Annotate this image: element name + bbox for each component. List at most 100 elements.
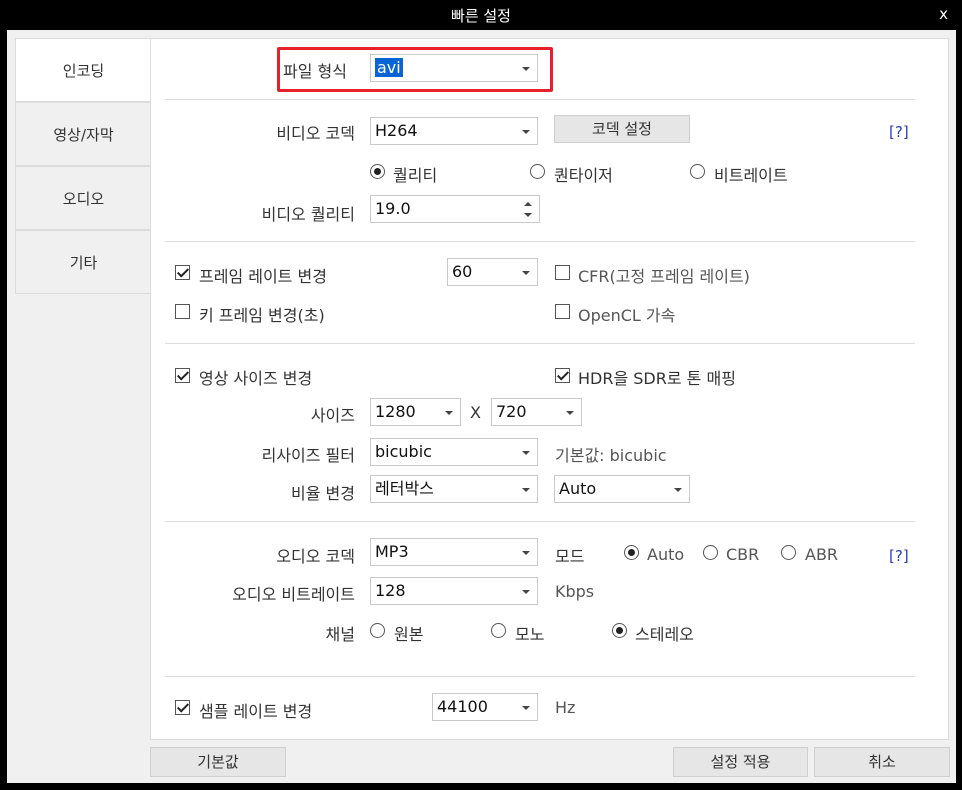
title-bar: 빠른 설정 x	[0, 0, 962, 30]
audio-codec-value: MP3	[375, 542, 409, 561]
audio-mode-abr-radio[interactable]	[781, 545, 796, 560]
sidebar-item-label: 기타	[69, 253, 98, 272]
chevron-down-icon	[566, 411, 574, 415]
highlight-box	[277, 47, 553, 92]
quantizer-radio-label: 퀀타이저	[554, 166, 613, 185]
sidebar-item-label: 인코딩	[62, 61, 105, 80]
audio-mode-cbr-label: CBR	[726, 545, 760, 564]
framerate-select[interactable]: 60	[447, 258, 538, 286]
size-separator: X	[470, 403, 481, 422]
divider	[165, 99, 915, 100]
audio-bitrate-value: 128	[375, 581, 406, 600]
codec-settings-button[interactable]: 코덱 설정	[554, 115, 690, 143]
cancel-button[interactable]: 취소	[814, 747, 950, 777]
audio-bitrate-unit: Kbps	[555, 582, 595, 601]
chevron-down-icon	[522, 551, 530, 555]
divider	[165, 241, 915, 242]
height-value: 720	[496, 402, 527, 421]
audio-mode-abr-label: ABR	[805, 545, 839, 564]
channel-label: 채널	[325, 625, 355, 644]
resize-filter-default: 기본값: bicubic	[555, 446, 667, 465]
framerate-change-checkbox[interactable]	[175, 265, 190, 280]
chevron-down-icon	[522, 130, 530, 134]
quality-radio-label: 퀄리티	[393, 166, 438, 185]
video-codec-select[interactable]: H264	[370, 117, 538, 145]
audio-mode-auto-radio[interactable]	[624, 545, 639, 560]
sidebar-item-encoding[interactable]: 인코딩	[15, 38, 151, 102]
channel-stereo-label: 스테레오	[635, 625, 694, 644]
ratio-auto-select[interactable]: Auto	[554, 475, 690, 503]
keyframe-checkbox[interactable]	[175, 304, 190, 319]
samplerate-unit: Hz	[555, 698, 576, 717]
sidebar-item-label: 오디오	[62, 189, 105, 208]
audio-help-link[interactable]: [?]	[889, 547, 909, 565]
keyframe-label: 키 프레임 변경(초)	[199, 306, 325, 325]
audio-mode-cbr-radio[interactable]	[703, 545, 718, 560]
height-select[interactable]: 720	[491, 398, 582, 426]
size-label: 사이즈	[310, 406, 355, 425]
sidebar-item-etc[interactable]: 기타	[15, 230, 151, 294]
chevron-down-icon	[522, 706, 530, 710]
audio-codec-label: 오디오 코덱	[276, 547, 355, 566]
audio-mode-label: 모드	[555, 547, 585, 566]
channel-mono-label: 모노	[515, 625, 545, 644]
chevron-down-icon	[445, 411, 453, 415]
video-quality-value: 19.0	[375, 199, 411, 218]
close-button[interactable]: x	[939, 5, 948, 23]
quantizer-radio[interactable]	[530, 164, 545, 179]
ratio-label: 비율 변경	[291, 484, 355, 503]
spin-down-icon[interactable]	[524, 213, 532, 217]
resize-change-label: 영상 사이즈 변경	[199, 369, 313, 388]
resize-filter-select[interactable]: bicubic	[370, 438, 538, 466]
audio-bitrate-label: 오디오 비트레이트	[232, 585, 355, 604]
audio-codec-select[interactable]: MP3	[370, 538, 538, 566]
sidebar-item-audio[interactable]: 오디오	[15, 166, 151, 230]
framerate-value: 60	[452, 262, 473, 281]
audio-bitrate-select[interactable]: 128	[370, 577, 538, 605]
cfr-checkbox[interactable]	[555, 265, 570, 280]
opencl-checkbox[interactable]	[555, 304, 570, 319]
chevron-down-icon	[522, 488, 530, 492]
audio-mode-auto-label: Auto	[647, 545, 685, 564]
divider	[165, 676, 915, 677]
width-select[interactable]: 1280	[370, 398, 461, 426]
ratio-select[interactable]: 레터박스	[370, 475, 538, 503]
ratio-value: 레터박스	[375, 479, 434, 498]
quality-radio[interactable]	[370, 164, 385, 179]
default-button[interactable]: 기본값	[150, 747, 286, 777]
bitrate-radio-label: 비트레이트	[714, 166, 788, 185]
divider	[165, 521, 915, 522]
channel-mono-radio[interactable]	[491, 623, 506, 638]
samplerate-change-label: 샘플 레이트 변경	[199, 702, 313, 721]
opencl-label: OpenCL 가속	[578, 306, 676, 325]
cfr-label: CFR(고정 프레임 레이트)	[578, 267, 750, 286]
hdr-tonemap-label: HDR을 SDR로 톤 매핑	[578, 369, 736, 388]
chevron-down-icon	[522, 451, 530, 455]
bitrate-radio[interactable]	[690, 164, 705, 179]
samplerate-change-checkbox[interactable]	[175, 700, 190, 715]
video-codec-value: H264	[375, 121, 418, 140]
video-quality-label: 비디오 퀄리티	[261, 205, 355, 224]
video-quality-spinner[interactable]: 19.0	[370, 195, 540, 223]
divider	[165, 343, 915, 344]
sidebar-item-label: 영상/자막	[53, 125, 114, 144]
samplerate-select[interactable]: 44100	[432, 693, 538, 721]
samplerate-value: 44100	[437, 697, 488, 716]
channel-stereo-radio[interactable]	[612, 623, 627, 638]
chevron-down-icon	[522, 590, 530, 594]
apply-settings-button[interactable]: 설정 적용	[673, 747, 808, 777]
ratio-auto-value: Auto	[559, 479, 597, 498]
hdr-tonemap-checkbox[interactable]	[555, 368, 570, 383]
spin-up-icon[interactable]	[524, 202, 532, 206]
window-title: 빠른 설정	[451, 7, 511, 25]
channel-original-radio[interactable]	[370, 623, 385, 638]
video-help-link[interactable]: [?]	[889, 123, 909, 141]
resize-change-checkbox[interactable]	[175, 368, 190, 383]
chevron-down-icon	[674, 488, 682, 492]
width-value: 1280	[375, 402, 416, 421]
resize-filter-value: bicubic	[375, 442, 432, 461]
resize-filter-label: 리사이즈 필터	[261, 446, 355, 465]
sidebar-item-video-subtitle[interactable]: 영상/자막	[15, 102, 151, 166]
channel-original-label: 원본	[394, 625, 424, 644]
chevron-down-icon	[522, 271, 530, 275]
